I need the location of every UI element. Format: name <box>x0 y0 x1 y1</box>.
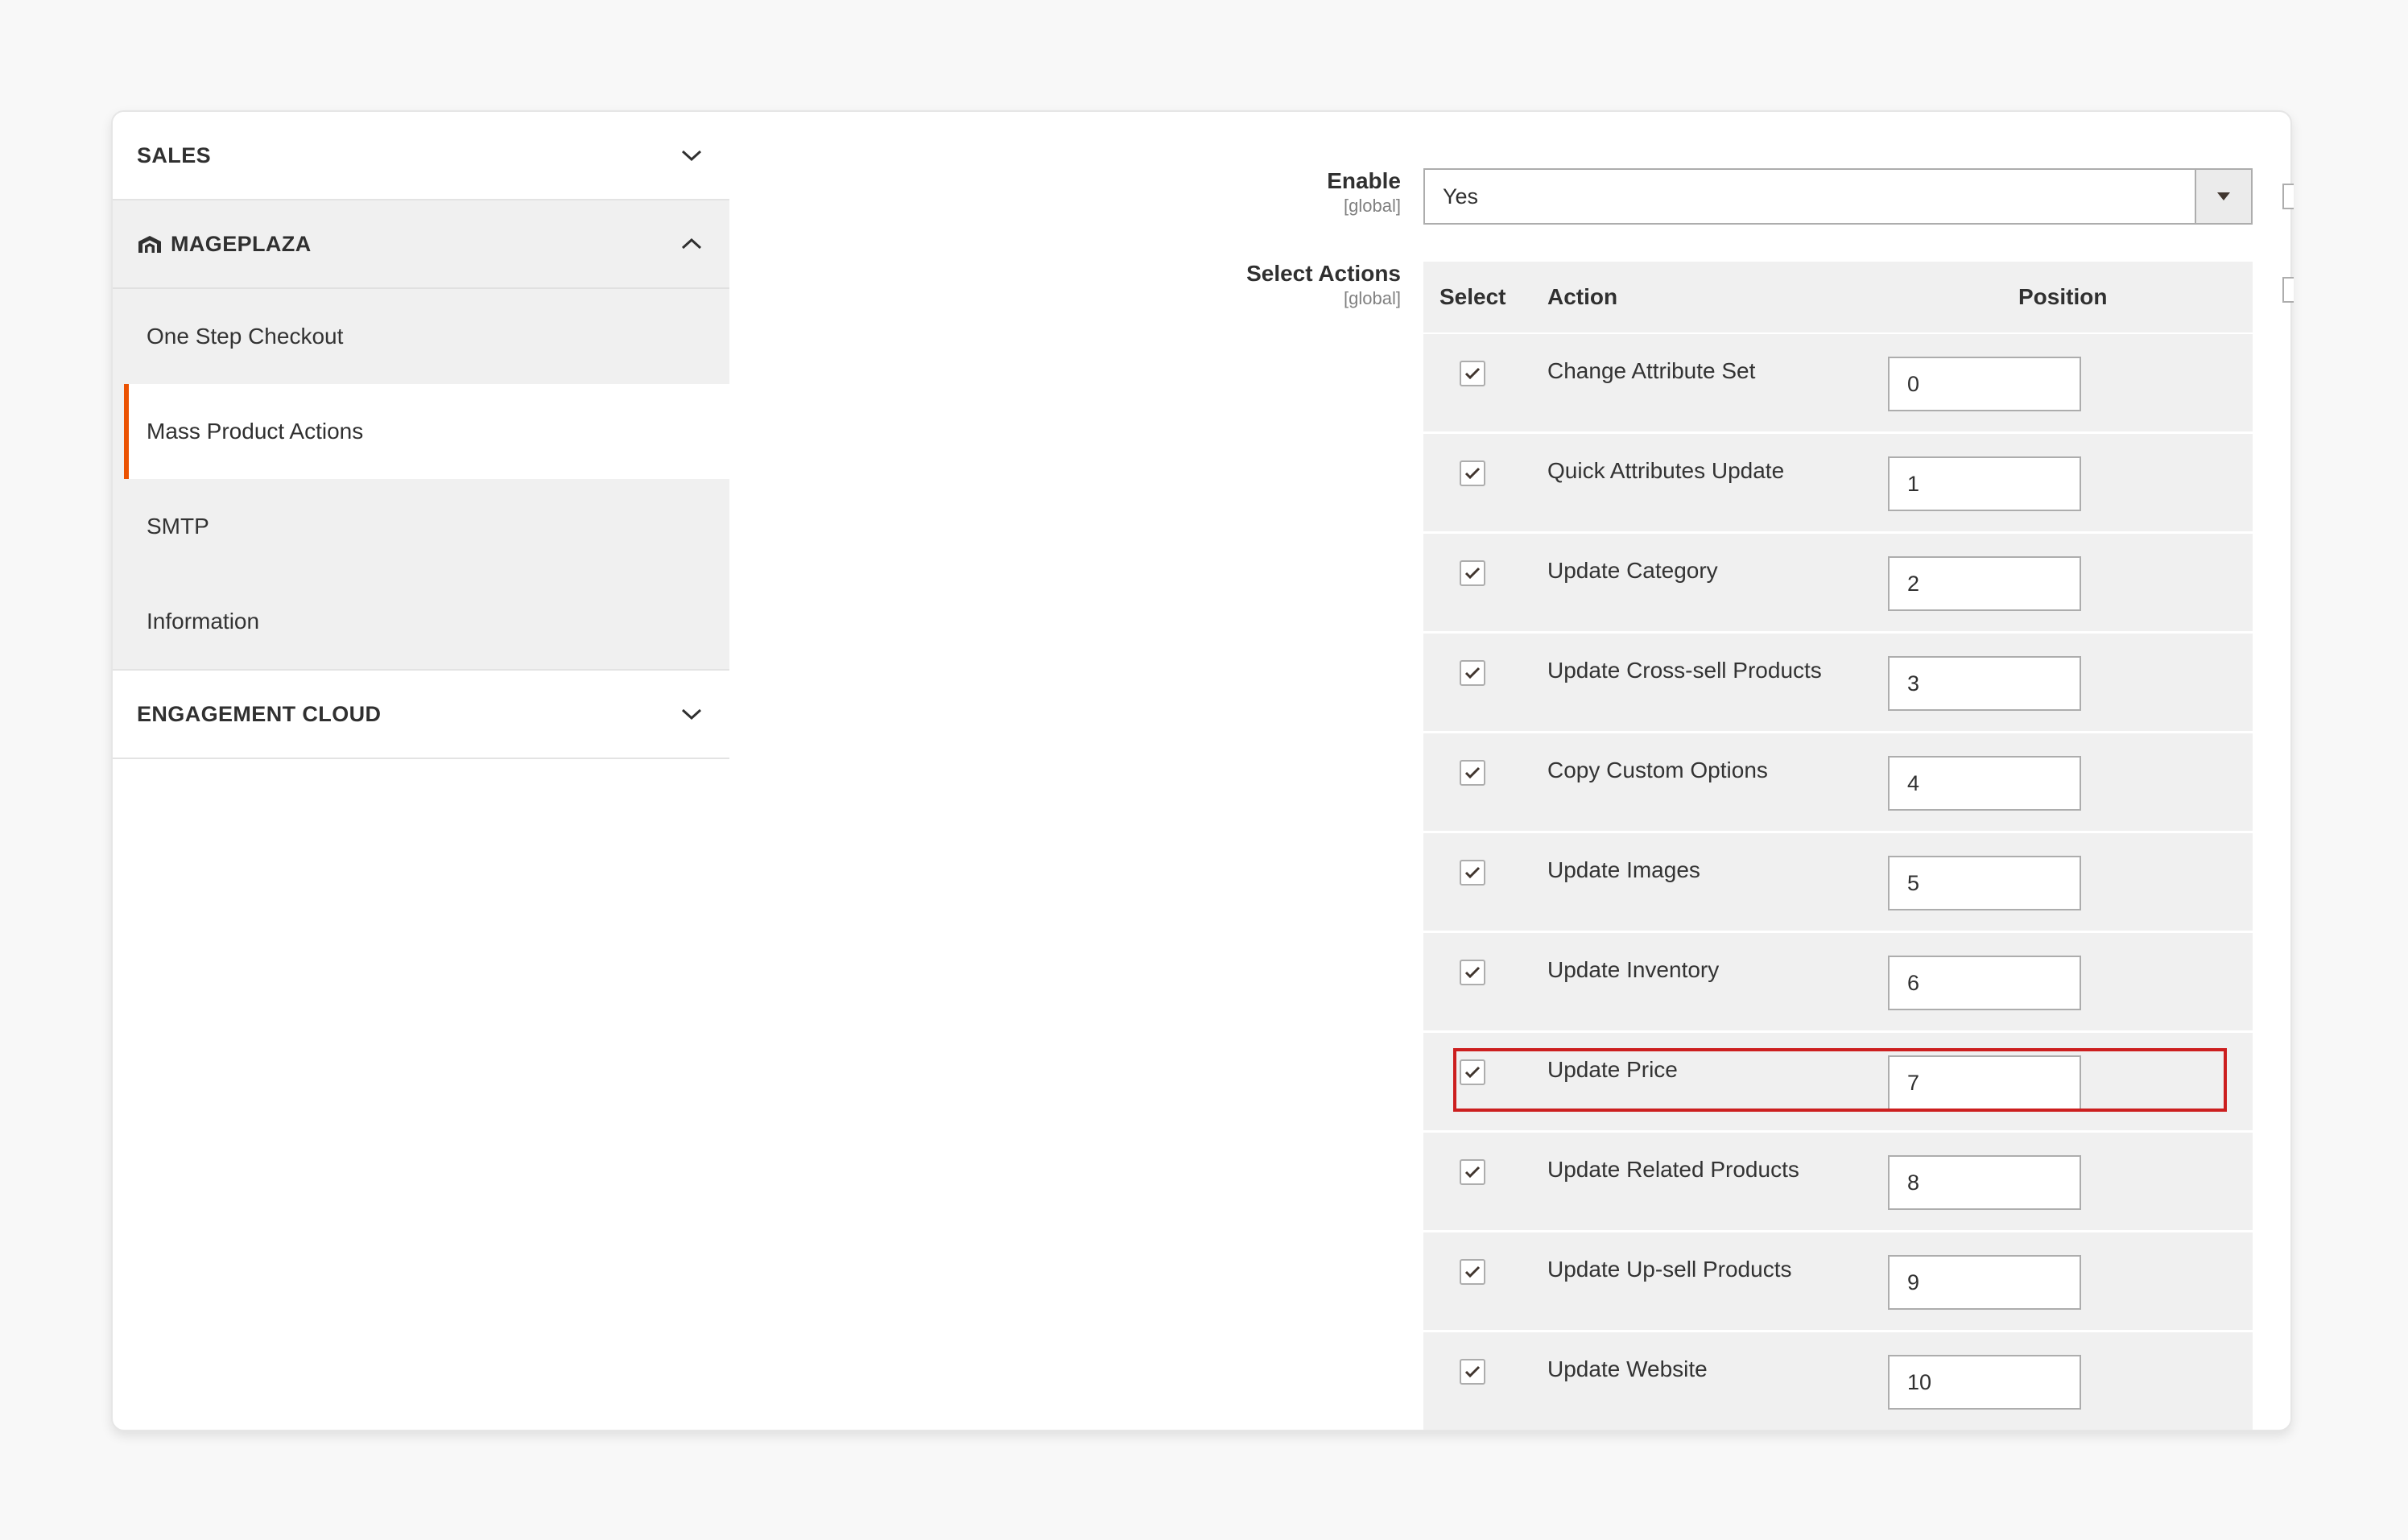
section-sales[interactable]: SALES <box>113 112 729 200</box>
action-name: Change Attribute Set <box>1547 358 1756 383</box>
position-input[interactable] <box>1888 956 2081 1010</box>
table-row-highlighted: Update Price <box>1423 1033 2253 1133</box>
position-input[interactable] <box>1888 1055 2081 1110</box>
table-row: Update Images <box>1423 833 2253 933</box>
select-checkbox[interactable] <box>1460 560 1485 586</box>
sidebar-item-label: Mass Product Actions <box>147 419 364 444</box>
enable-select-value: Yes <box>1443 184 1479 208</box>
table-row: Update Cross-sell Products <box>1423 634 2253 733</box>
column-header-position: Position <box>2018 284 2108 309</box>
column-header-select: Select <box>1439 284 1506 309</box>
sidebar-item-label: Information <box>147 609 260 634</box>
select-checkbox[interactable] <box>1460 460 1485 486</box>
select-checkbox[interactable] <box>1460 1159 1485 1185</box>
position-input[interactable] <box>1888 756 2081 811</box>
enable-use-default-checkbox[interactable] <box>2282 184 2294 209</box>
mageplaza-logo-icon <box>137 230 164 258</box>
section-mageplaza[interactable]: MAGEPLAZA <box>113 200 729 289</box>
sidebar-item-one-step-checkout[interactable]: One Step Checkout <box>113 289 729 384</box>
select-checkbox[interactable] <box>1460 660 1485 686</box>
chevron-down-icon <box>678 700 705 728</box>
checkmark-icon <box>1464 667 1481 679</box>
checkmark-icon <box>1464 1365 1481 1378</box>
select-checkbox[interactable] <box>1460 1059 1485 1085</box>
select-actions-use-default-checkbox[interactable] <box>2282 277 2294 303</box>
checkmark-icon <box>1464 467 1481 480</box>
config-panel: SALES MAGEPLAZA One Step Checkout Mass P… <box>111 110 2294 1431</box>
sidebar-item-label: One Step Checkout <box>147 324 344 349</box>
table-row: Quick Attributes Update <box>1423 434 2253 534</box>
position-input[interactable] <box>1888 1155 2081 1210</box>
checkmark-icon <box>1464 1066 1481 1079</box>
position-input[interactable] <box>1888 556 2081 611</box>
checkmark-icon <box>1464 766 1481 779</box>
action-name: Update Up-sell Products <box>1547 1257 1792 1282</box>
enable-select[interactable]: Yes <box>1423 168 2253 225</box>
config-sidebar: SALES MAGEPLAZA One Step Checkout Mass P… <box>113 112 729 759</box>
section-engagement-cloud[interactable]: ENGAGEMENT CLOUD <box>113 671 729 759</box>
table-row: Update Up-sell Products <box>1423 1232 2253 1332</box>
position-input[interactable] <box>1888 456 2081 511</box>
select-checkbox[interactable] <box>1460 1359 1485 1385</box>
action-name: Update Images <box>1547 857 1700 882</box>
checkmark-icon <box>1464 1265 1481 1278</box>
select-checkbox[interactable] <box>1460 960 1485 985</box>
table-row: Update Category <box>1423 534 2253 634</box>
table-header-row: Select Action Position <box>1423 262 2253 334</box>
action-name: Update Cross-sell Products <box>1547 658 1822 683</box>
sidebar-item-label: SMTP <box>147 514 209 539</box>
section-title: SALES <box>137 142 212 167</box>
checkmark-icon <box>1464 1166 1481 1179</box>
select-checkbox[interactable] <box>1460 361 1485 386</box>
action-name: Update Category <box>1547 558 1718 583</box>
action-name: Copy Custom Options <box>1547 758 1768 782</box>
select-actions-label-text: Select Actions <box>1246 261 1401 286</box>
select-actions-scope: [global] <box>1344 288 1401 308</box>
table-row: Copy Custom Options <box>1423 733 2253 833</box>
table-row: Update Website <box>1423 1332 2253 1430</box>
action-name: Quick Attributes Update <box>1547 458 1785 483</box>
sidebar-item-smtp[interactable]: SMTP <box>113 479 729 574</box>
checkmark-icon <box>1464 567 1481 580</box>
chevron-up-icon <box>678 230 705 258</box>
select-actions-label: Select Actions [global] <box>1079 261 1401 309</box>
section-title: MAGEPLAZA <box>171 231 312 256</box>
sidebar-item-information[interactable]: Information <box>113 574 729 669</box>
section-title-group: MAGEPLAZA <box>137 230 312 258</box>
table-row: Change Attribute Set <box>1423 334 2253 434</box>
checkmark-icon <box>1464 966 1481 979</box>
position-input[interactable] <box>1888 856 2081 910</box>
position-input[interactable] <box>1888 1255 2081 1310</box>
enable-scope: [global] <box>1344 196 1401 216</box>
position-input[interactable] <box>1888 357 2081 411</box>
action-name: Update Inventory <box>1547 957 1720 982</box>
action-name: Update Website <box>1547 1356 1708 1381</box>
position-input[interactable] <box>1888 1355 2081 1410</box>
table-row: Update Related Products <box>1423 1133 2253 1232</box>
enable-label: Enable [global] <box>1079 168 1401 217</box>
action-name: Update Price <box>1547 1057 1678 1082</box>
dropdown-arrow-icon[interactable] <box>2195 170 2251 223</box>
sidebar-item-mass-product-actions[interactable]: Mass Product Actions <box>124 384 729 479</box>
action-name: Update Related Products <box>1547 1157 1799 1182</box>
actions-table: Select Action Position Change Attribute … <box>1423 262 2253 1430</box>
column-header-action: Action <box>1547 284 1618 309</box>
checkmark-icon <box>1464 866 1481 879</box>
select-checkbox[interactable] <box>1460 1259 1485 1285</box>
position-input[interactable] <box>1888 656 2081 711</box>
chevron-down-icon <box>678 142 705 169</box>
enable-label-text: Enable <box>1327 168 1401 193</box>
select-checkbox[interactable] <box>1460 760 1485 786</box>
table-row: Update Inventory <box>1423 933 2253 1033</box>
checkmark-icon <box>1464 367 1481 380</box>
select-checkbox[interactable] <box>1460 860 1485 886</box>
section-title: ENGAGEMENT CLOUD <box>137 701 382 726</box>
mageplaza-submenu: One Step Checkout Mass Product Actions S… <box>113 289 729 671</box>
